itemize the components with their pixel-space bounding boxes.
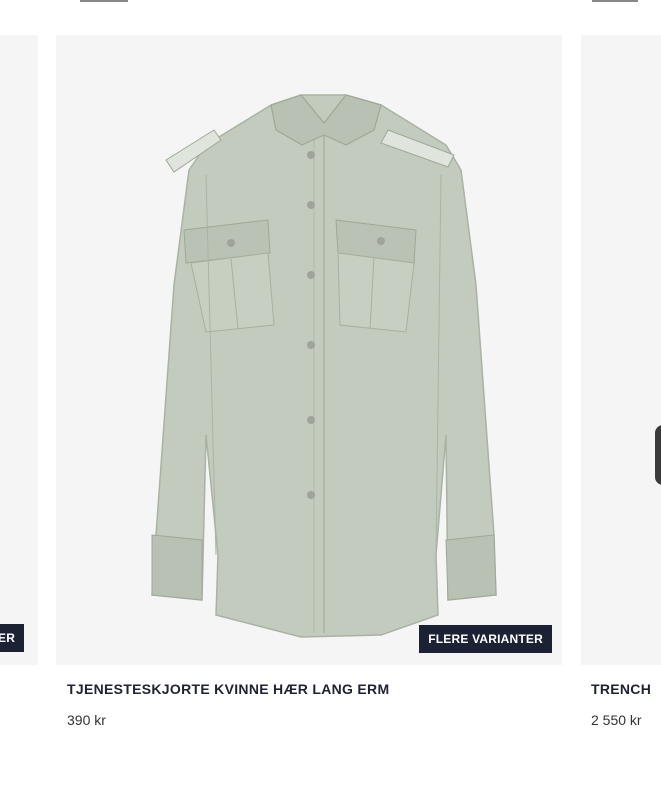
- product-image-left[interactable]: [0, 35, 38, 665]
- previous-row-price-fragment: [80, 0, 128, 2]
- more-variants-badge-left: ER: [0, 624, 24, 652]
- product-image-main[interactable]: FLERE VARIANTER: [56, 35, 562, 665]
- product-title-right[interactable]: TRENCH: [591, 681, 661, 697]
- product-image-fragment: [655, 425, 661, 485]
- previous-row-price-fragment: [592, 0, 638, 2]
- product-title[interactable]: TJENESTESKJORTE KVINNE HÆR LANG ERM: [67, 681, 389, 697]
- badge-label: FLERE VARIANTER: [428, 632, 543, 646]
- shirt-icon: [151, 94, 497, 638]
- product-price-right: 2 550 kr: [591, 712, 642, 728]
- product-image-right[interactable]: [581, 35, 661, 665]
- badge-label: ER: [0, 631, 16, 645]
- product-price: 390 kr: [67, 712, 106, 728]
- more-variants-badge: FLERE VARIANTER: [419, 625, 552, 653]
